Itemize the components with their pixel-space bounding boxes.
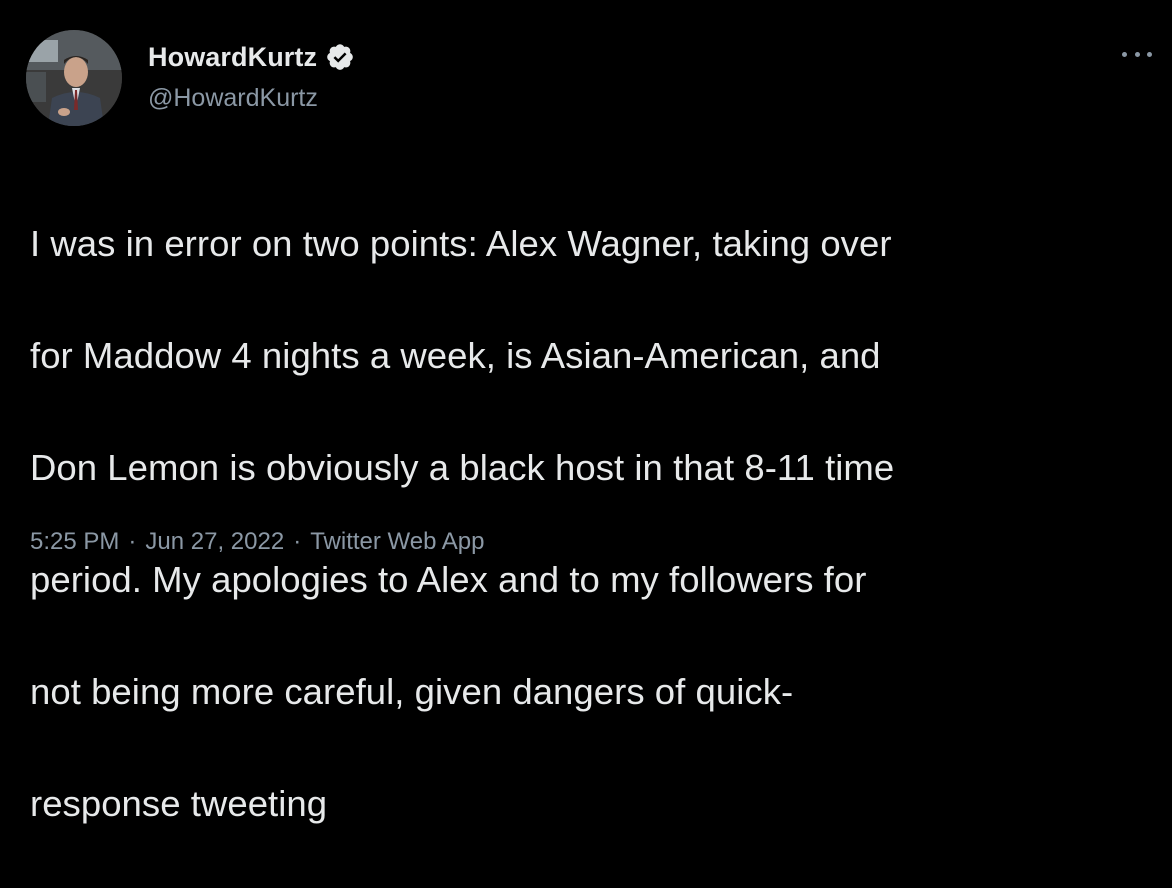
display-name[interactable]: HowardKurtz (148, 42, 317, 73)
tweet-card: HowardKurtz @HowardKurtz I was in error … (0, 0, 1172, 824)
separator-dot: · (293, 528, 302, 555)
tweet-text-line: response tweeting (30, 783, 328, 824)
tweet-metadata: 5:25 PM · Jun 27, 2022 · Twitter Web App (30, 528, 485, 556)
author-name-row: HowardKurtz (148, 40, 355, 74)
tweet-time[interactable]: 5:25 PM (30, 528, 119, 556)
tweet-text-line: I was in error on two points: Alex Wagne… (30, 223, 892, 264)
tweet-text-line: period. My apologies to Alex and to my f… (30, 559, 867, 600)
tweet-text-line: not being more careful, given dangers of… (30, 671, 794, 712)
tweet-text-line: for Maddow 4 nights a week, is Asian-Ame… (30, 335, 881, 376)
more-options-icon[interactable] (1122, 44, 1152, 64)
user-handle[interactable]: @HowardKurtz (148, 84, 318, 113)
tweet-date[interactable]: Jun 27, 2022 (145, 528, 284, 556)
tweet-source: Twitter Web App (310, 528, 485, 555)
separator-dot: · (128, 528, 137, 555)
tweet-text-line: Don Lemon is obviously a black host in t… (30, 447, 895, 488)
avatar-image (26, 30, 122, 126)
verified-badge-icon (325, 42, 355, 72)
avatar[interactable] (26, 30, 122, 126)
tweet-text: I was in error on two points: Alex Wagne… (30, 160, 1150, 888)
